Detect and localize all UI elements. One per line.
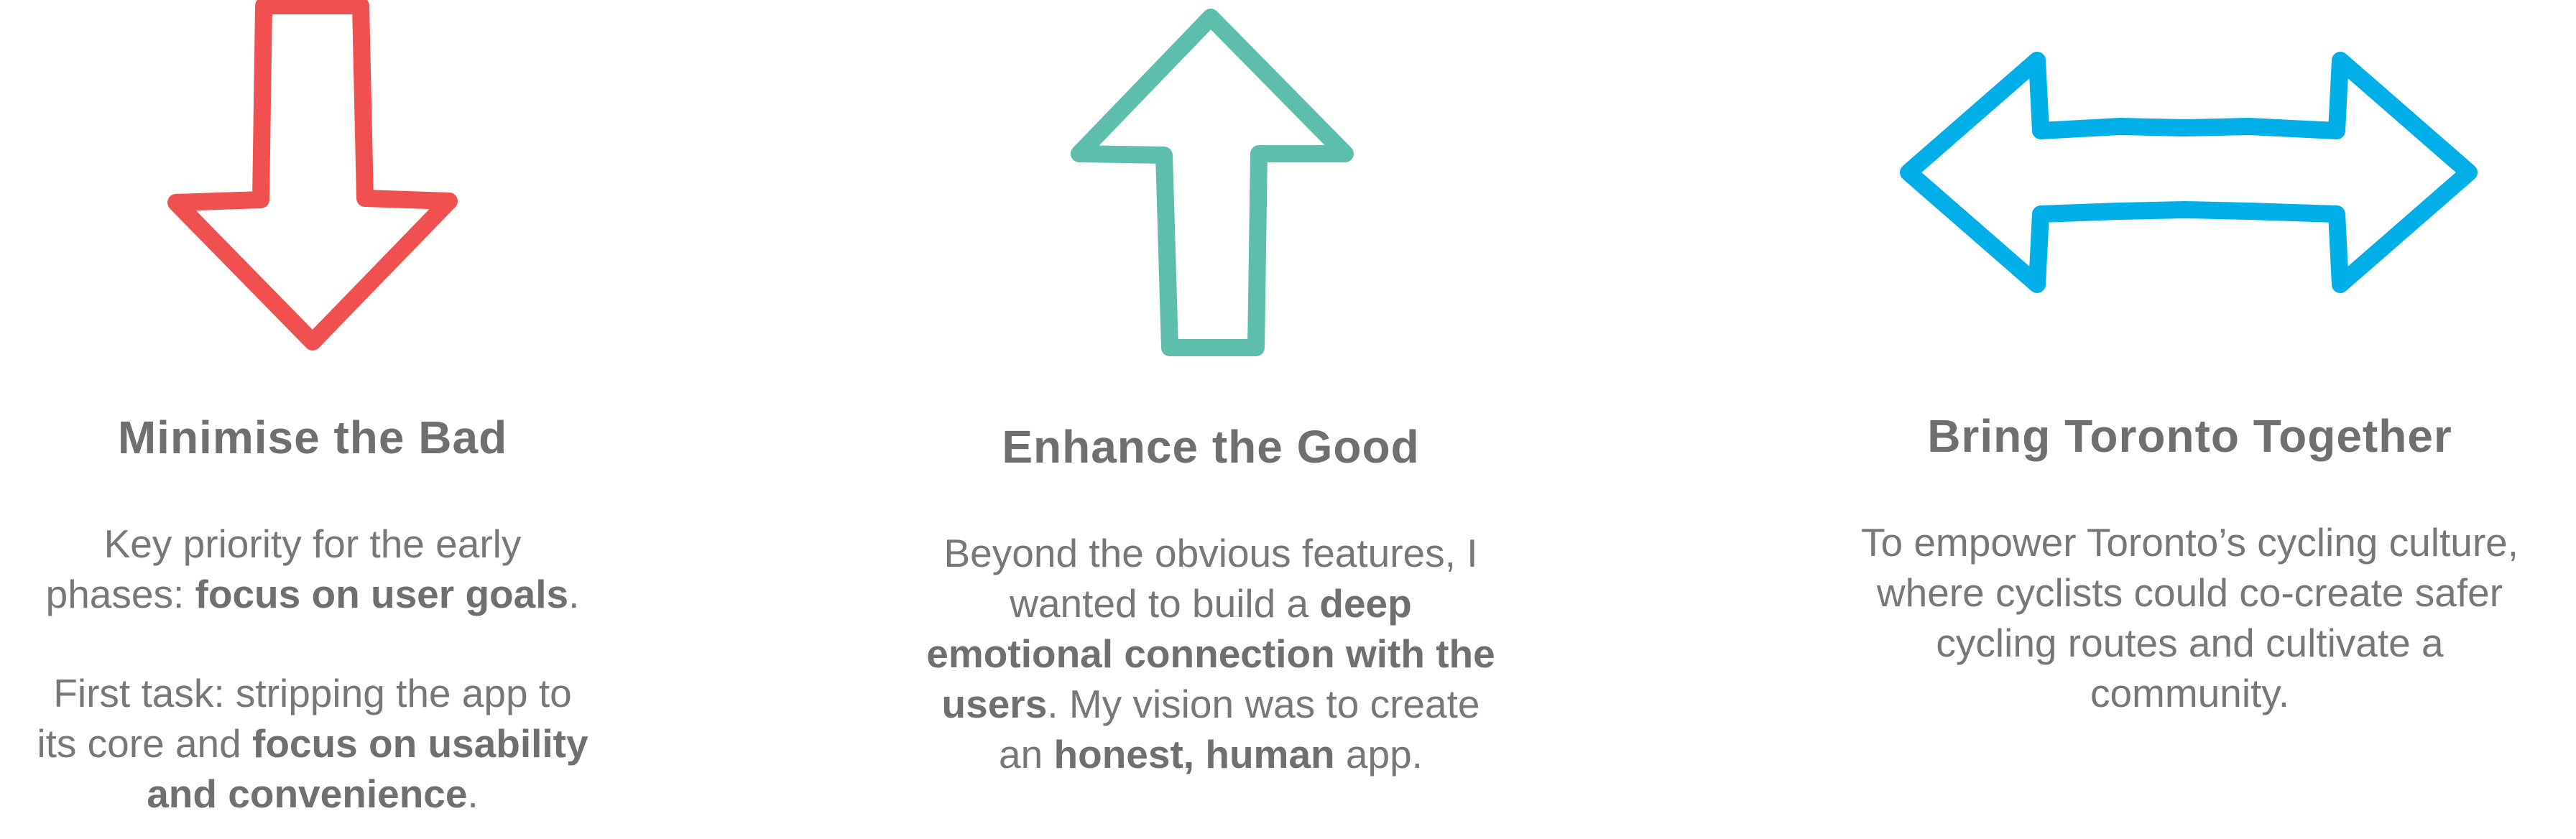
column-bring-toronto-together: Bring Toronto Together To empower Toront… [1804,0,2576,839]
column-title: Minimise the Bad [117,412,508,463]
column-minimise-the-bad: Minimise the Bad Key priority for the ea… [0,0,625,839]
column-description: Key priority for the early phases: focus… [45,522,580,616]
column-description: To empower Toronto’s cycling culture, wh… [1860,520,2519,715]
column-description: Beyond the obvious features, I wanted to… [926,531,1495,777]
double-arrow-icon [1900,52,2478,293]
down-arrow-icon [167,0,458,351]
column-description-2: First task: stripping the app to its cor… [37,671,588,816]
column-enhance-the-good: Enhance the Good Beyond the obvious feat… [855,0,1566,839]
up-arrow-icon [1071,9,1354,356]
column-title: Bring Toronto Together [1927,410,2452,462]
column-title: Enhance the Good [1002,421,1420,473]
